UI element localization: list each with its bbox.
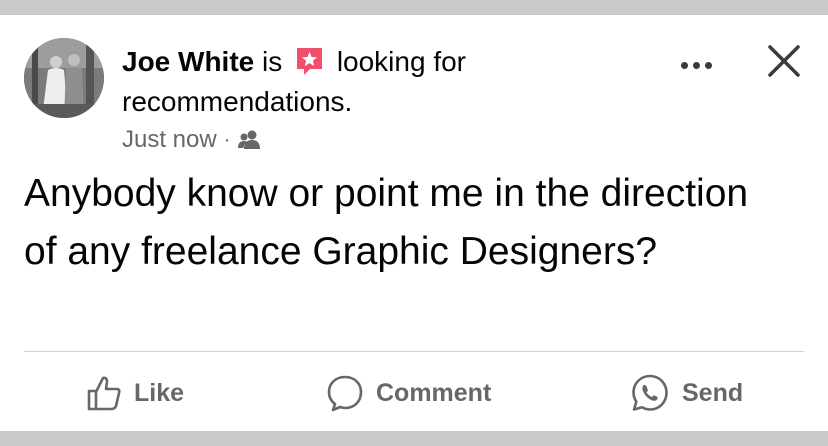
post-card: Joe White is looking for recommendations… [0,15,828,431]
like-label: Like [134,378,185,407]
meta-separator: · [223,128,231,151]
status-prefix: is [262,46,283,77]
timestamp[interactable]: Just now [122,126,217,154]
thumbs-up-icon [87,376,121,411]
send-button[interactable]: Send [630,371,743,415]
more-dot [680,61,688,69]
more-dot [704,61,712,69]
comment-label: Comment [376,378,492,407]
send-label: Send [682,378,744,407]
comment-bubble-icon [327,375,363,412]
comment-button[interactable]: Comment [326,371,491,415]
recommendation-star-icon [297,48,323,75]
author-name[interactable]: Joe White [122,46,254,77]
avatar[interactable] [24,38,104,118]
post-body: Anybody know or point me in the directio… [24,172,749,273]
friends-icon[interactable] [237,129,261,151]
actions-divider [24,351,804,352]
more-options-icon[interactable] [676,57,716,73]
close-icon[interactable] [766,43,802,79]
whatsapp-icon [632,374,668,411]
more-dot [692,61,700,69]
like-button[interactable]: Like [86,371,184,415]
avatar-photo [24,38,104,118]
post-header: Joe White is looking for recommendations… [122,42,542,122]
post-meta: Just now · [122,125,261,155]
